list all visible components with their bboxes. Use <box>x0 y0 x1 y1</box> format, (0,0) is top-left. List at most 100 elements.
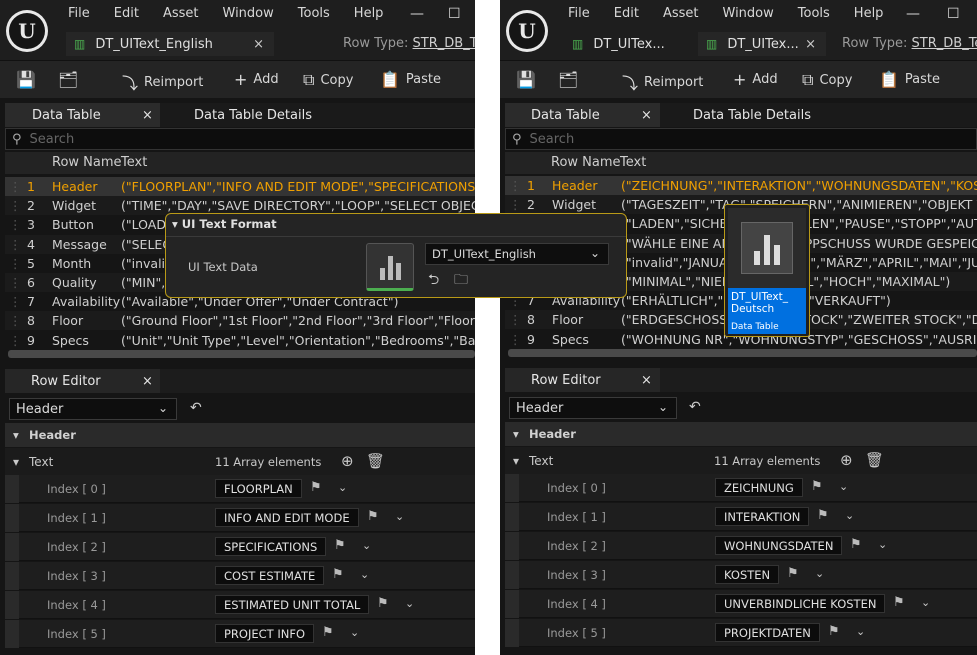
chevron-down-icon[interactable]: ⌄ <box>921 596 930 609</box>
reimport-button[interactable]: ⤵ Reimport <box>622 70 703 94</box>
chevron-down-icon[interactable]: ⌄ <box>360 568 369 581</box>
drag-handle-icon[interactable]: ⋮ <box>509 332 522 347</box>
search-input[interactable]: ⚲ Search <box>505 128 977 150</box>
row-selector-dropdown[interactable]: Header ⌄ <box>509 397 677 419</box>
text-value-field[interactable]: SPECIFICATIONS <box>215 537 327 556</box>
tab-dt-uitext-2[interactable]: ▥ DT_UITex... × <box>698 32 826 56</box>
drag-handle-icon[interactable]: ⋮ <box>509 312 522 327</box>
chevron-down-icon[interactable]: ⌄ <box>839 480 848 493</box>
add-button[interactable]: + Add <box>234 70 279 89</box>
text-value-field[interactable]: PROJECT INFO <box>215 624 315 643</box>
drag-handle-icon[interactable]: ⋮ <box>9 179 22 194</box>
paste-button[interactable]: 📋 Paste <box>380 70 441 89</box>
copy-button[interactable]: ⧉ Copy <box>303 70 353 90</box>
localization-flag-icon[interactable]: ⚑ <box>332 567 344 582</box>
localization-flag-icon[interactable]: ⚑ <box>310 480 322 495</box>
localization-flag-icon[interactable]: ⚑ <box>787 566 799 581</box>
chevron-down-icon[interactable]: ⌄ <box>878 538 887 551</box>
tab-close-button[interactable]: × <box>253 37 264 52</box>
row-type-link[interactable]: STR_DB_Te <box>413 36 475 51</box>
tab-close-button[interactable]: × <box>142 108 153 123</box>
maximize-button[interactable]: ☐ <box>448 6 461 22</box>
text-value-field[interactable]: KOSTEN <box>715 565 780 584</box>
drag-handle-icon[interactable]: ⋮ <box>9 237 22 252</box>
expand-arrow-icon[interactable]: ▾ <box>13 455 19 469</box>
browse-icon[interactable]: 🗂 <box>558 70 584 89</box>
localization-flag-icon[interactable]: ⚑ <box>828 624 840 639</box>
reset-arrow-icon[interactable]: ↶ <box>689 399 701 415</box>
drag-handle-icon[interactable]: ⋮ <box>509 197 522 212</box>
tab-close-button[interactable]: × <box>142 374 153 389</box>
drag-handle-icon[interactable]: ⋮ <box>9 217 22 232</box>
column-row-name[interactable]: Row Name <box>52 155 122 170</box>
text-value-field[interactable]: INFO AND EDIT MODE <box>215 508 359 527</box>
drag-handle-icon[interactable]: ⋮ <box>9 294 22 309</box>
localization-flag-icon[interactable]: ⚑ <box>817 508 829 523</box>
menu-edit[interactable]: Edit <box>614 6 639 21</box>
tab-data-table-details[interactable]: Data Table Details <box>693 103 811 127</box>
save-icon[interactable]: 💾 <box>16 70 42 89</box>
drag-handle-icon[interactable]: ⋮ <box>9 256 22 271</box>
localization-flag-icon[interactable]: ⚑ <box>850 537 862 552</box>
chevron-down-icon[interactable]: ⌄ <box>856 625 865 638</box>
localization-flag-icon[interactable]: ⚑ <box>322 625 334 640</box>
menu-window[interactable]: Window <box>723 6 774 21</box>
text-value-field[interactable]: COST ESTIMATE <box>215 566 325 585</box>
chevron-down-icon[interactable]: ⌄ <box>338 481 347 494</box>
chevron-down-icon[interactable]: ⌄ <box>815 567 824 580</box>
localization-flag-icon[interactable]: ⚑ <box>377 596 389 611</box>
add-element-icon[interactable]: ⊕ <box>840 451 853 469</box>
text-value-field[interactable]: UNVERBINDLICHE KOSTEN <box>715 594 886 613</box>
tab-row-editor[interactable]: Row Editor × <box>505 368 660 392</box>
drag-handle-icon[interactable]: ⋮ <box>9 333 22 348</box>
drag-handle-icon[interactable]: ⋮ <box>9 198 22 213</box>
menu-edit[interactable]: Edit <box>114 6 139 21</box>
paste-button[interactable]: 📋 Paste <box>879 70 940 89</box>
expand-arrow-icon[interactable]: ▾ <box>513 454 519 468</box>
chevron-down-icon[interactable]: ⌄ <box>845 509 854 522</box>
tab-close-button[interactable]: × <box>805 37 816 52</box>
reimport-button[interactable]: ⤵ Reimport <box>122 70 203 94</box>
browse-asset-icon[interactable]: 🗀 <box>454 269 468 293</box>
text-value-field[interactable]: WOHNUNGSDATEN <box>715 536 843 555</box>
collapse-arrow-icon[interactable]: ▾ <box>172 217 182 231</box>
menu-file[interactable]: File <box>568 6 590 21</box>
dragged-asset-tile[interactable]: DT_UIText_ Deutsch Data Table <box>724 204 810 337</box>
localization-flag-icon[interactable]: ⚑ <box>334 538 346 553</box>
row-selector-dropdown[interactable]: Header ⌄ <box>9 398 177 420</box>
table-row[interactable]: ⋮ 1 Header ("ZEICHNUNG","INTERAKTION","WOHN… <box>505 176 977 195</box>
drag-handle-icon[interactable]: ⋮ <box>9 313 22 328</box>
localization-flag-icon[interactable]: ⚑ <box>893 595 905 610</box>
localization-flag-icon[interactable]: ⚑ <box>367 509 379 524</box>
column-row-name[interactable]: Row Name <box>551 155 621 170</box>
trash-icon[interactable]: 🗑 <box>865 451 884 469</box>
tab-data-table[interactable]: Data Table × <box>505 103 660 127</box>
tab-data-table-details[interactable]: Data Table Details <box>194 103 312 127</box>
minimize-button[interactable]: — <box>410 6 424 22</box>
chevron-down-icon[interactable]: ⌄ <box>405 597 414 610</box>
menu-file[interactable]: File <box>68 6 90 21</box>
column-text[interactable]: Text <box>121 155 147 170</box>
menu-window[interactable]: Window <box>223 6 274 21</box>
text-value-field[interactable]: ZEICHNUNG <box>715 478 803 497</box>
menu-tools[interactable]: Tools <box>298 6 330 21</box>
text-value-field[interactable]: ESTIMATED UNIT TOTAL <box>215 595 370 614</box>
add-element-icon[interactable]: ⊕ <box>341 452 354 470</box>
chevron-down-icon[interactable]: ⌄ <box>350 626 359 639</box>
unreal-logo-icon[interactable]: U <box>6 10 48 52</box>
unreal-logo-icon[interactable]: U <box>506 10 548 52</box>
text-value-field[interactable]: INTERAKTION <box>715 507 810 526</box>
tab-close-button[interactable]: × <box>641 373 652 388</box>
asset-picker-dropdown[interactable]: DT_UIText_English ⌄ <box>425 243 609 265</box>
table-row[interactable]: ⋮ 1 Header ("FLOORPLAN","INFO AND EDIT MODE… <box>5 177 475 196</box>
section-header[interactable]: ▾ Header <box>5 423 475 447</box>
horizontal-scrollbar[interactable] <box>8 350 475 358</box>
localization-flag-icon[interactable]: ⚑ <box>811 479 823 494</box>
copy-button[interactable]: ⧉ Copy <box>802 70 852 90</box>
horizontal-scrollbar[interactable] <box>508 349 977 357</box>
section-header[interactable]: ▾ Header <box>505 422 977 446</box>
minimize-button[interactable]: — <box>906 6 920 22</box>
tab-data-table[interactable]: Data Table × <box>5 103 160 127</box>
chevron-down-icon[interactable]: ⌄ <box>395 510 404 523</box>
menu-help[interactable]: Help <box>854 6 884 21</box>
